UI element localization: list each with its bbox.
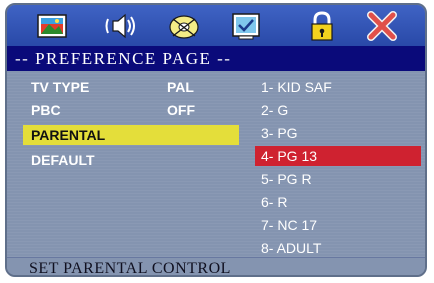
close-icon[interactable] xyxy=(365,9,399,43)
menu-item-parental[interactable]: PARENTAL xyxy=(23,125,239,145)
menu-item-label: DEFAULT xyxy=(31,152,95,168)
option-pg-r[interactable]: 5- PG R xyxy=(255,169,421,189)
option-pg[interactable]: 3- PG xyxy=(255,123,421,143)
lock-icon[interactable] xyxy=(305,9,339,43)
preference-check-icon[interactable] xyxy=(229,9,263,43)
option-kid-safe[interactable]: 1- KID SAF xyxy=(255,77,421,97)
page-title: -- PREFERENCE PAGE -- xyxy=(7,46,425,71)
menu-item-label: PBC xyxy=(31,102,61,118)
option-g[interactable]: 2- G xyxy=(255,100,421,120)
menu-item-label: PARENTAL xyxy=(31,127,106,143)
menu-item-pbc[interactable]: PBC OFF xyxy=(31,100,195,120)
disc-icon[interactable] xyxy=(167,9,201,43)
icon-toolbar xyxy=(7,5,425,46)
option-nc-17[interactable]: 7- NC 17 xyxy=(255,215,421,235)
menu-item-label: TV TYPE xyxy=(31,79,90,95)
menu-item-default[interactable]: DEFAULT xyxy=(31,150,95,170)
menu-item-value: OFF xyxy=(167,102,195,118)
option-r[interactable]: 6- R xyxy=(255,192,421,212)
menu-item-value: PAL xyxy=(167,79,194,95)
option-adult[interactable]: 8- ADULT xyxy=(255,238,421,258)
menu-item-tv-type[interactable]: TV TYPE PAL xyxy=(31,77,194,97)
setup-menu-window: -- PREFERENCE PAGE -- TV TYPE PAL PBC OF… xyxy=(5,3,427,277)
tv-picture-icon[interactable] xyxy=(35,9,69,43)
option-pg-13[interactable]: 4- PG 13 xyxy=(255,146,421,166)
status-bar: SET PARENTAL CONTROL xyxy=(7,257,425,275)
menu-content: TV TYPE PAL PBC OFF PARENTAL DEFAULT 1- … xyxy=(7,71,425,257)
audio-speaker-icon[interactable] xyxy=(105,9,139,43)
